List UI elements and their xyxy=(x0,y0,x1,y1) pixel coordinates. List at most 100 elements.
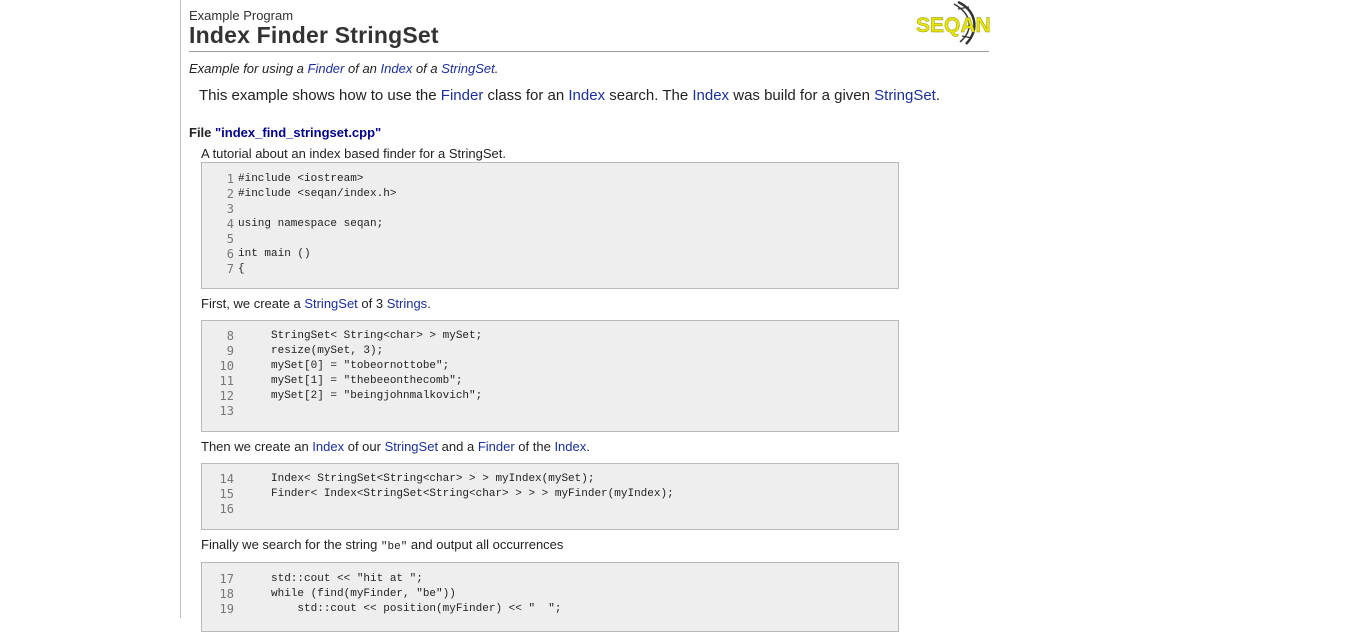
index-link[interactable]: Index xyxy=(692,87,729,104)
line-number: 18 xyxy=(219,587,234,601)
line-number: 15 xyxy=(219,487,234,501)
stringset-link[interactable]: StringSet xyxy=(304,296,357,311)
line-number: 16 xyxy=(219,502,234,516)
code-line: 17 std::cout << "hit at "; xyxy=(202,572,898,587)
step-text: . xyxy=(427,296,431,311)
finder-link[interactable]: Finder xyxy=(478,439,515,454)
line-number: 11 xyxy=(219,374,234,388)
index-link[interactable]: Index xyxy=(312,439,344,454)
index-link[interactable]: Index xyxy=(568,87,605,104)
page-kicker: Example Program xyxy=(189,8,294,23)
code-line: 9 resize(mySet, 3); xyxy=(202,344,898,359)
tutorial-intro: A tutorial about an index based finder f… xyxy=(201,146,506,161)
step-text: Finally we search for the string xyxy=(201,537,381,552)
file-heading: File "index_find_stringset.cpp" xyxy=(189,125,381,140)
left-border xyxy=(180,0,181,618)
code-line: 12 mySet[2] = "beingjohnmalkovich"; xyxy=(202,389,898,404)
code-line: 1 #include <iostream> xyxy=(202,172,898,187)
line-number: 1 xyxy=(226,172,234,186)
code-line: 13 xyxy=(202,404,898,419)
finder-link[interactable]: Finder xyxy=(308,61,345,76)
step-text: First, we create a xyxy=(201,296,305,311)
summary-text: Example for using a xyxy=(189,61,308,76)
line-number: 5 xyxy=(226,232,234,246)
line-number: 9 xyxy=(226,344,234,358)
strings-link[interactable]: Strings xyxy=(387,296,427,311)
description-text: class for an xyxy=(483,87,569,104)
step-text: . xyxy=(586,439,590,454)
line-number: 12 xyxy=(219,389,234,403)
index-link[interactable]: Index xyxy=(554,439,586,454)
code-block-4: 17 std::cout << "hit at "; 18 while (find… xyxy=(201,562,899,632)
step-text: and output all occurrences xyxy=(407,537,564,552)
description-paragraph: This example shows how to use the Finder… xyxy=(199,87,940,104)
summary-text: of a xyxy=(412,61,442,76)
code-text: mySet[0] = "tobeornottobe"; xyxy=(238,360,450,372)
file-label: File xyxy=(189,125,216,140)
line-number: 7 xyxy=(226,262,234,276)
code-text: StringSet< String<char> > mySet; xyxy=(238,330,483,342)
code-block-3: 14 Index< StringSet<String<char> > > myI… xyxy=(201,463,899,530)
line-number: 14 xyxy=(219,472,234,486)
line-number: 4 xyxy=(226,217,234,231)
code-line: 19 std::cout << position(myFinder) << " … xyxy=(202,602,898,617)
line-number: 10 xyxy=(219,359,234,373)
step-text: of the xyxy=(514,439,555,454)
code-line: 14 Index< StringSet<String<char> > > myI… xyxy=(202,472,898,487)
description-text: was build for a given xyxy=(729,87,875,104)
line-number: 13 xyxy=(219,404,234,418)
inline-code: "be" xyxy=(380,541,408,553)
code-text: while (find(myFinder, "be")) xyxy=(238,588,456,600)
page-title: Index Finder StringSet xyxy=(189,22,439,48)
summary-text: of an xyxy=(344,61,381,76)
step-2-text: Then we create an Index of our StringSet… xyxy=(201,439,590,454)
line-number: 19 xyxy=(219,602,234,616)
code-line: 8 StringSet< String<char> > mySet; xyxy=(202,329,898,344)
step-text: of our xyxy=(344,439,385,454)
code-text: std::cout << position(myFinder) << " "; xyxy=(238,603,562,615)
code-line: 4 using namespace seqan; xyxy=(202,217,898,232)
step-3-text: Finally we search for the string "be" an… xyxy=(201,537,563,553)
step-1-text: First, we create a StringSet of 3 String… xyxy=(201,296,431,311)
code-line: 2 #include <seqan/index.h> xyxy=(202,187,898,202)
stringset-link[interactable]: StringSet xyxy=(385,439,438,454)
code-line: 15 Finder< Index<StringSet<String<char> … xyxy=(202,487,898,502)
code-text: using namespace seqan; xyxy=(238,218,384,230)
title-divider xyxy=(189,51,989,52)
code-text: int main () xyxy=(238,248,311,260)
code-text: { xyxy=(238,263,245,275)
summary-text: . xyxy=(494,61,499,76)
index-link[interactable]: Index xyxy=(381,61,413,76)
code-line: 7{ xyxy=(202,262,898,277)
description-text: This example shows how to use the xyxy=(199,87,441,104)
code-text: Finder< Index<StringSet<String<char> > >… xyxy=(238,488,674,500)
line-number: 6 xyxy=(226,247,234,261)
code-line: 18 while (find(myFinder, "be")) xyxy=(202,587,898,602)
stringset-link[interactable]: StringSet xyxy=(441,61,494,76)
code-text: resize(mySet, 3); xyxy=(238,345,384,357)
step-text: and a xyxy=(438,439,478,454)
stringset-link[interactable]: StringSet xyxy=(874,87,936,104)
code-text: mySet[1] = "thebeeonthecomb"; xyxy=(238,375,463,387)
code-line: 10 mySet[0] = "tobeornottobe"; xyxy=(202,359,898,374)
code-text: #include <seqan/index.h> xyxy=(238,188,397,200)
line-number: 2 xyxy=(226,187,234,201)
line-number: 3 xyxy=(226,202,234,216)
finder-link[interactable]: Finder xyxy=(441,87,484,104)
summary-line: Example for using a Finder of an Index o… xyxy=(189,61,498,76)
description-text: . xyxy=(935,87,941,104)
description-text: search. The xyxy=(605,87,693,104)
logo-text: SEQAN xyxy=(916,14,990,37)
step-text: Then we create an xyxy=(201,439,313,454)
code-text: mySet[2] = "beingjohnmalkovich"; xyxy=(238,390,483,402)
code-line: 3 xyxy=(202,202,898,217)
code-text: std::cout << "hit at "; xyxy=(238,573,423,585)
code-text: #include <iostream> xyxy=(238,173,364,185)
file-name: "index_find_stringset.cpp" xyxy=(215,125,382,140)
code-block-2: 8 StringSet< String<char> > mySet; 9 resi… xyxy=(201,320,899,432)
code-line: 5 xyxy=(202,232,898,247)
code-line: 11 mySet[1] = "thebeeonthecomb"; xyxy=(202,374,898,389)
line-number: 17 xyxy=(219,572,234,586)
code-line: 16 xyxy=(202,502,898,517)
seqan-logo: SEQAN xyxy=(916,0,990,45)
